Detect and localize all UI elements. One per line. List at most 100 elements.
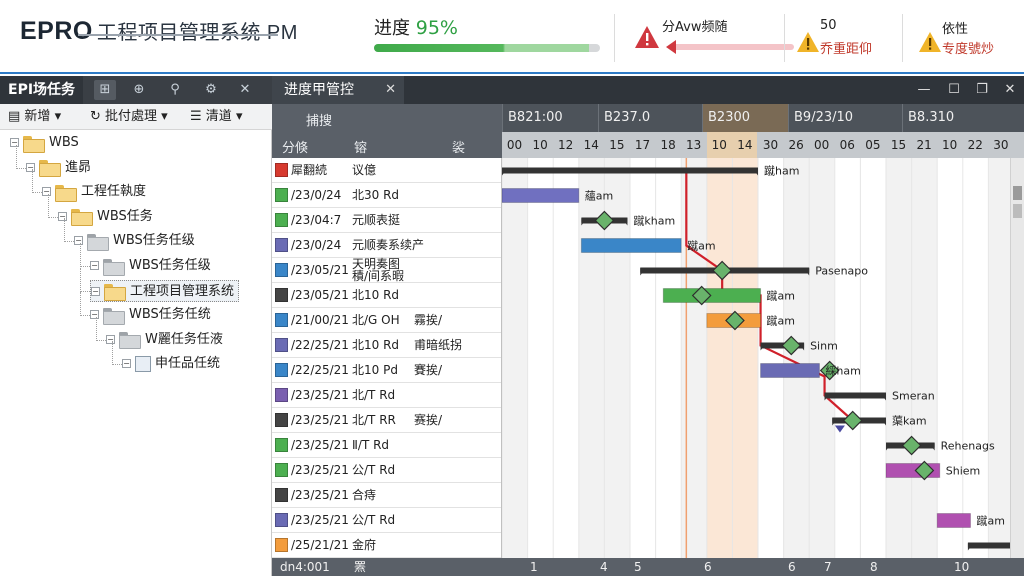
expand-toggle-icon[interactable]: − [58,211,67,221]
expand-toggle-icon[interactable]: − [90,310,99,320]
new-button[interactable]: ▤ 新增 ▾ [8,107,61,127]
task-bar[interactable] [580,238,682,253]
table-row[interactable]: /23/25/21 北/T RR 赛挨/ [272,408,501,433]
table-row[interactable]: /23/25/21 公/T Rd [272,458,501,483]
tree-connector [48,193,49,218]
tree-item[interactable]: − WBS任务 [58,206,153,228]
task-bar[interactable] [502,188,580,203]
timeline-months: B821:00 B237.0 B2300 B9/23/10 B8.310 [502,104,1024,132]
tree-icon[interactable]: ⊞ [94,80,116,100]
new-icon: ▤ [8,109,25,124]
summary-bar[interactable] [502,167,758,174]
bar-label: Smeran [892,390,935,403]
maximize-icon[interactable]: ☐ [942,76,966,104]
cell-date: /23/25/21 [291,488,349,502]
status-swatch [275,538,288,552]
tree-item[interactable]: − WBS任务任级 [90,255,211,277]
gantt-tab[interactable]: 进度甲管控 ✕ [272,76,404,104]
tree-item[interactable]: − 進昴 [26,157,91,179]
table-row[interactable]: /23/25/21 北/T Rd [272,383,501,408]
table-row[interactable]: /23/0/24 元顺奏系续产 [272,233,501,258]
zoom-icon[interactable]: ⊕ [128,80,150,100]
cell-date: /23/0/24 [291,188,342,202]
logo-underline [78,34,278,36]
table-row[interactable]: /23/0/24 北30 Rd [272,183,501,208]
folder-icon [39,159,61,178]
column-header-category[interactable]: 分倏 [282,137,308,156]
table-row[interactable]: /23/25/21 合痔 [272,483,501,508]
column-header-status[interactable]: 裟 [452,137,465,156]
expand-toggle-icon[interactable]: − [10,138,19,147]
minimize-icon[interactable]: — [912,76,936,104]
status-swatch [275,363,288,377]
progress-fill [374,44,589,52]
column-header-summary[interactable]: 捕搜 [306,110,332,129]
gantt-panel: 进度甲管控 ✕ — ☐ ❐ ✕ 捕搜 分倏 镕 裟 B821:00 B237.0 B… [272,76,1024,576]
summary-bar[interactable] [824,392,886,399]
task-bar[interactable] [760,363,820,378]
timeline-column-stripe [809,158,835,558]
expand-toggle-icon[interactable]: − [91,286,100,296]
tree-item-label: 申任品任统 [155,356,221,372]
expand-toggle-icon[interactable]: − [122,359,131,369]
wbs-tab-title[interactable]: EPI场任务 [0,76,84,104]
tree-item[interactable]: − WBS [10,132,79,154]
task-bar[interactable] [662,288,762,303]
table-row[interactable]: /23/25/21 公/T Rd [272,508,501,533]
tree-connector [80,292,81,317]
app-header: EPRO 工程项目管理系统 PM 进度 95% 分Avw频随 50 乔重距仰 依… [0,0,1024,74]
table-row[interactable]: /25/21/21 金府 [272,533,501,558]
tree-item[interactable]: − W麗任务任液 [106,329,223,351]
table-row[interactable]: /22/25/21 北10 Rd 甫暗纸拐 [272,333,501,358]
tree-item[interactable]: − 工程任執度 [42,181,146,203]
table-row[interactable]: /23/05/21 北10 Rd [272,283,501,308]
group-icon[interactable]: ⚙ [200,80,222,100]
expand-toggle-icon[interactable]: − [106,334,115,344]
link-icon[interactable]: ⚲ [164,80,186,100]
warning-yellow-icon [797,32,819,52]
cell-name: 公/T Rd [352,513,396,527]
task-bar[interactable] [936,513,971,528]
timeline-column-stripe [911,158,938,558]
table-row[interactable]: /23/25/21 Ⅱ/T Rd [272,433,501,458]
status-swatch [275,438,288,452]
wbs-tree: − WBS − 進昴 − 工程任執度 − WBS任务 − WBS任务任级 − WBS任务任级 − 工程项目… [0,132,272,576]
expand-toggle-icon[interactable]: − [26,162,35,172]
table-row[interactable]: 犀翻続 议億 [272,158,501,183]
timeline-column-stripe [834,158,861,558]
close-icon[interactable]: ✕ [998,76,1022,104]
close-icon[interactable]: ✕ [234,80,256,100]
expand-toggle-icon[interactable]: − [42,187,51,197]
tree-item[interactable]: − 申任品任统 [122,353,220,375]
progress-label: 进度 95% [374,14,458,40]
alert-overdue[interactable]: 分Avw频随 [632,14,794,64]
vertical-scrollbar[interactable] [1010,158,1024,558]
alert-dependency[interactable]: 依性 专度號炒 [918,18,1024,62]
table-row[interactable]: /23/04:7 元顺表挺 [272,208,501,233]
summary-bar[interactable] [967,542,1010,549]
tree-item[interactable]: − WBS任务任统 [90,304,211,326]
timeline-day: 26 [788,138,804,152]
cell-name: 北10 Rd [352,288,400,302]
restore-icon[interactable]: ❐ [970,76,994,104]
alert-risk[interactable]: 50 乔重距仰 [796,18,906,62]
scrollbar-thumb[interactable] [1013,186,1022,200]
cell-date: /25/21/21 [291,538,349,552]
close-icon[interactable]: ✕ [385,76,396,104]
tree-item[interactable]: − 工程项目管理系统 [90,279,240,302]
cell-date: /23/05/21 [291,288,349,302]
column-header-name[interactable]: 镕 [354,137,367,156]
status-swatch [275,338,288,352]
expand-toggle-icon[interactable]: − [74,236,83,246]
scrollbar-thumb-secondary[interactable] [1013,204,1022,218]
batch-process-button[interactable]: ↻ 批付處理 ▾ [90,107,168,127]
table-row[interactable]: /22/25/21 北10 Pd 賽挨/ [272,358,501,383]
gantt-footer: dn4:001 罴 1 4 5 6 6 7 8 10 [272,558,1024,576]
filter-icon: ☰ [190,109,206,124]
tree-item[interactable]: − WBS任务任级 [74,230,195,252]
expand-toggle-icon[interactable]: − [90,261,99,270]
cell-name: 金府 [352,538,377,552]
table-row[interactable]: /23/05/21 天明奏图 積/间系暇 [272,258,501,283]
table-row[interactable]: /21/00/21 北/G OH 霧挨/ [272,308,501,333]
filter-button[interactable]: ☰ 清道 ▾ [190,107,242,127]
